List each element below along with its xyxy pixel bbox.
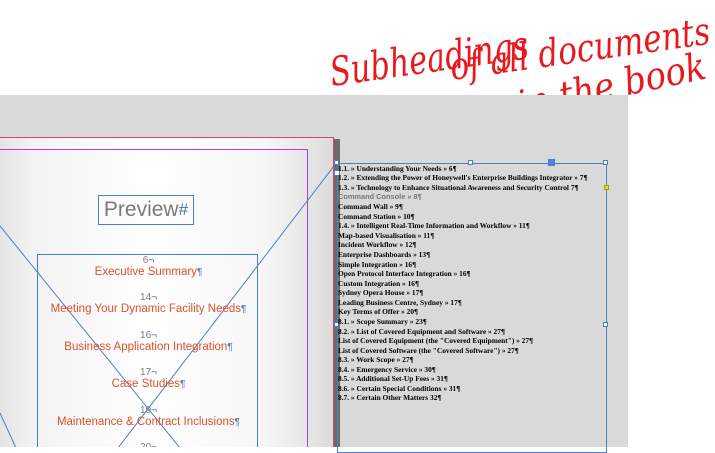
frame-handle[interactable] <box>603 322 608 327</box>
document-page[interactable]: Preview # 6¬ Executive Summary¶ 14¬ Meeti… <box>0 137 334 447</box>
subheading-line: Key Terms of Offer » 20¶ <box>338 307 419 316</box>
subheading-line: 8.4. » Emergency Service » 30¶ <box>338 365 436 374</box>
toc-page-number: 20¬ <box>38 443 259 448</box>
subheading-line: 1.2. » Extending the Power of Honeywell'… <box>338 173 588 182</box>
subheading-line: 1.4. » Intelligent Real-Time Information… <box>338 221 530 230</box>
subheading-line: Map-based Visualisation » 11¶ <box>338 231 435 240</box>
preview-title: Preview <box>103 198 179 221</box>
subheading-line: Leading Business Centre, Sydney » 17¶ <box>338 298 462 307</box>
subheading-line: 8.3. » Work Scope » 27¶ <box>338 355 414 364</box>
subheading-line: Command Wall » 9¶ <box>338 202 403 211</box>
selected-frame-handle[interactable] <box>548 159 555 166</box>
annotation-line-1: Subheadings <box>327 23 531 96</box>
subheading-line: Incident Workflow » 12¶ <box>338 240 417 249</box>
toc-page-number: 14¬ <box>140 292 157 303</box>
toc-entry-title: Case Studies¶ <box>111 378 186 390</box>
frame-handle[interactable] <box>468 160 473 165</box>
subheading-line: Command Console » 8¶ <box>338 192 422 201</box>
subheading-line: 8.1. » Scope Summary » 23¶ <box>338 317 427 326</box>
toc-page-number: 16¬ <box>140 330 157 341</box>
toc-page-number: 19¬ <box>140 405 157 416</box>
overset-marker-icon[interactable] <box>604 185 609 190</box>
annotation-line-2: of all documents <box>447 9 713 89</box>
subheading-line: Sydney Opera House » 17¶ <box>338 288 424 297</box>
subheading-line: Command Station » 10¶ <box>338 212 415 221</box>
subheading-line: Enterprise Dashboards » 13¶ <box>338 250 431 259</box>
subheading-line: 8.6. » Certain Special Conditions » 31¶ <box>338 384 461 393</box>
subheading-line: Custom Integration » 16¶ <box>338 279 419 288</box>
subheading-line: 1.1. » Understanding Your Needs » 6¶ <box>338 164 457 173</box>
toc-entry-title: Executive Summary¶ <box>94 266 203 278</box>
subheading-line: 8.5. » Additional Set-Up Fees » 31¶ <box>338 374 448 383</box>
subheading-line: List of Covered Software (the "Covered S… <box>338 346 519 355</box>
subheading-line: List of Covered Equipment (the "Covered … <box>338 336 534 345</box>
subheading-line: Simple Integration » 16¶ <box>338 260 417 269</box>
toc-text-frame[interactable]: 6¬ Executive Summary¶ 14¬ Meeting Your D… <box>37 254 258 447</box>
preview-mark: # <box>178 200 189 219</box>
subheading-line: 1.3. » Technology to Enhance Situational… <box>338 183 579 192</box>
subheading-line: 8.7. » Certain Other Matters 32¶ <box>338 393 442 402</box>
toc-page-number: 6¬ <box>142 255 155 266</box>
subheading-line: Open Protocol Interface Integration » 16… <box>338 269 471 278</box>
frame-handle[interactable] <box>603 160 608 165</box>
toc-page-number: 17¬ <box>140 367 157 378</box>
toc-entry-title: Meeting Your Dynamic Facility Needs¶ <box>50 303 247 315</box>
preview-title-frame[interactable]: Preview # <box>98 195 194 225</box>
toc-entry-title: Maintenance & Contract Inclusions¶ <box>56 416 241 428</box>
subheading-line: 8.2. » List of Covered Equipment and Sof… <box>338 327 505 336</box>
toc-entry-title: Business Application Integration¶ <box>64 341 233 353</box>
